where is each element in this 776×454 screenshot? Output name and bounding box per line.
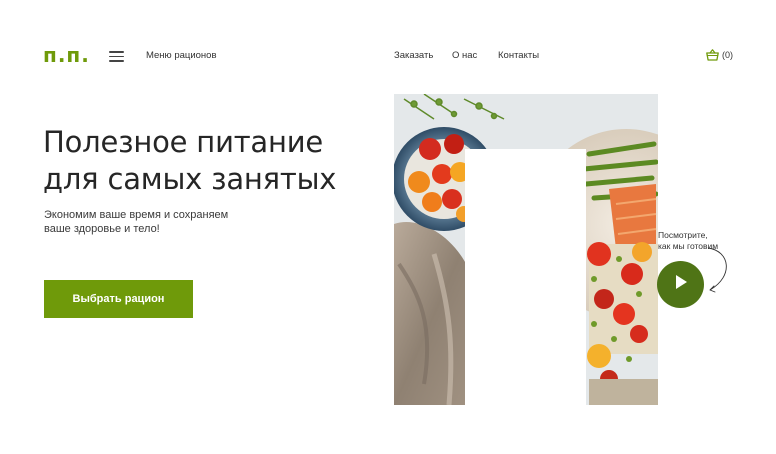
- menu-rations-link[interactable]: Меню рационов: [146, 50, 217, 61]
- hero-subtitle: Экономим ваше время и сохраняем ваше здо…: [44, 208, 264, 236]
- logo[interactable]: п.п.: [43, 44, 90, 66]
- basket-icon: [706, 49, 719, 61]
- nav-contacts-link[interactable]: Контакты: [498, 50, 539, 61]
- hero-image-cutout: [465, 149, 586, 407]
- hero-subtitle-line-1: Экономим ваше время и сохраняем: [44, 209, 229, 221]
- cart-button[interactable]: (0): [706, 49, 733, 61]
- cart-count: (0): [722, 50, 733, 60]
- hero-headline-line-1: Полезное питание: [43, 125, 324, 159]
- nav-order-link[interactable]: Заказать: [394, 50, 433, 61]
- hero-headline: Полезное питание для самых занятых: [43, 124, 373, 198]
- nav-about-link[interactable]: О нас: [452, 50, 477, 61]
- video-caption-line-1: Посмотрите,: [658, 230, 708, 240]
- hero-headline-line-2: для самых занятых: [43, 162, 337, 196]
- choose-ration-button[interactable]: Выбрать рацион: [44, 280, 193, 318]
- hamburger-menu-icon[interactable]: [109, 51, 124, 62]
- play-video-button[interactable]: [657, 261, 704, 308]
- play-icon: [674, 274, 688, 295]
- hero-subtitle-line-2: ваше здоровье и тело!: [44, 223, 160, 235]
- curved-arrow-icon: [700, 246, 736, 301]
